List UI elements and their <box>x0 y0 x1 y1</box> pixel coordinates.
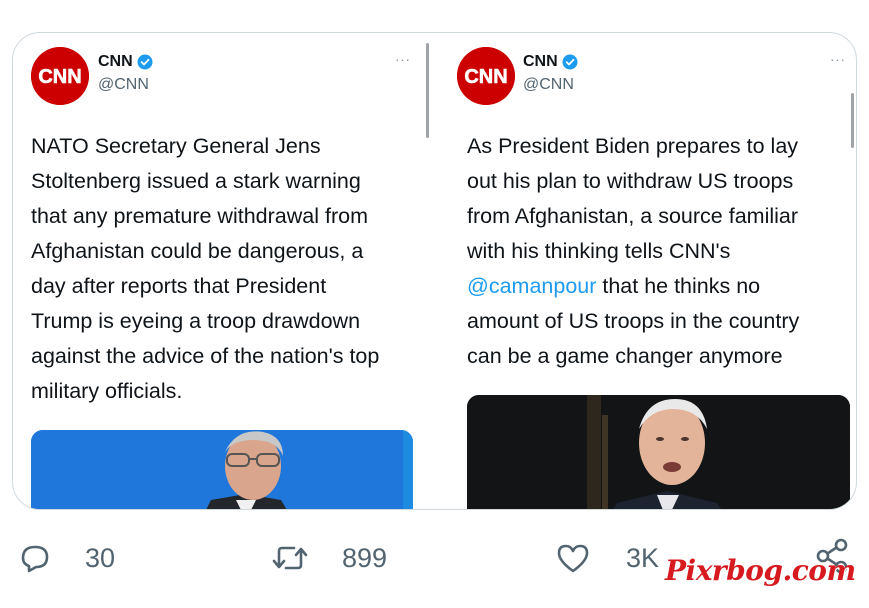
tweet-left[interactable]: CNN CNN @CNN ··· NATO Secretary General … <box>13 33 433 509</box>
author-name[interactable]: CNN <box>523 53 578 71</box>
retweet-button[interactable]: 899 <box>270 538 387 578</box>
tweet-text-line-mention: @camanpour that he thinks no <box>467 269 799 304</box>
retweet-icon <box>270 538 310 578</box>
tweet-text-line: that any premature withdrawal from <box>31 204 368 228</box>
author-name-text: CNN <box>523 53 558 70</box>
cnn-avatar[interactable]: CNN <box>457 47 515 105</box>
more-dots-icon[interactable]: ··· <box>395 51 411 67</box>
mention-link[interactable]: @camanpour <box>467 274 596 298</box>
retweet-count: 899 <box>342 542 388 573</box>
tweet-text-line: As President Biden prepares to lay <box>467 134 799 158</box>
heart-icon <box>553 538 593 578</box>
tweet-text-line: Trump is eyeing a troop drawdown <box>31 309 361 333</box>
tweet-text-line: military officials. <box>31 379 183 403</box>
cnn-avatar[interactable]: CNN <box>31 47 89 105</box>
tweet-right[interactable]: CNN CNN @CNN ··· As President Biden prep… <box>437 33 856 509</box>
tweet-text-line: Afghanistan could be dangerous, a <box>31 239 364 263</box>
mention-rest-text: that he thinks no <box>596 274 761 298</box>
scrollbar[interactable] <box>426 43 429 138</box>
reply-count: 30 <box>85 542 116 573</box>
author-name[interactable]: CNN <box>98 53 153 71</box>
like-count: 3K <box>626 542 660 573</box>
tweet-text-line: out his plan to withdraw US troops <box>467 169 794 193</box>
avatar-logo-text: CNN <box>38 66 81 88</box>
author-handle[interactable]: @CNN <box>98 76 149 94</box>
speech-bubble-icon <box>15 538 55 578</box>
tweet-text-line: with his thinking tells CNN's <box>467 239 731 263</box>
tweet-photo-stoltenberg[interactable] <box>31 430 413 509</box>
tweet-text-line: NATO Secretary General Jens <box>31 134 321 158</box>
tweet-text-line: day after reports that President <box>31 274 327 298</box>
author-handle[interactable]: @CNN <box>523 76 574 94</box>
like-button[interactable]: 3K <box>553 538 659 578</box>
quoted-tweets-card[interactable]: CNN CNN @CNN ··· NATO Secretary General … <box>12 32 857 510</box>
scrollbar[interactable] <box>851 93 854 148</box>
avatar-logo-text: CNN <box>464 66 507 88</box>
tweet-text-line: amount of US troops in the country <box>467 309 800 333</box>
tweet-text-line: can be a game changer anymore <box>467 344 783 368</box>
verified-badge-icon <box>137 54 153 70</box>
verified-badge-icon <box>562 54 578 70</box>
tweet-text-line: Stoltenberg issued a stark warning <box>31 169 361 193</box>
tweet-text-line: from Afghanistan, a source familiar <box>467 204 799 228</box>
tweet-text: NATO Secretary General Jens Stoltenberg … <box>31 129 379 409</box>
watermark: Pixrbog.com <box>665 554 856 587</box>
tweet-text-line: against the advice of the nation's top <box>31 344 380 368</box>
tweet-text: As President Biden prepares to lay out h… <box>467 129 799 374</box>
reply-button[interactable]: 30 <box>15 538 115 578</box>
more-dots-icon[interactable]: ··· <box>830 51 846 67</box>
author-name-text: CNN <box>98 53 133 70</box>
tweet-photo-biden[interactable] <box>467 395 850 509</box>
